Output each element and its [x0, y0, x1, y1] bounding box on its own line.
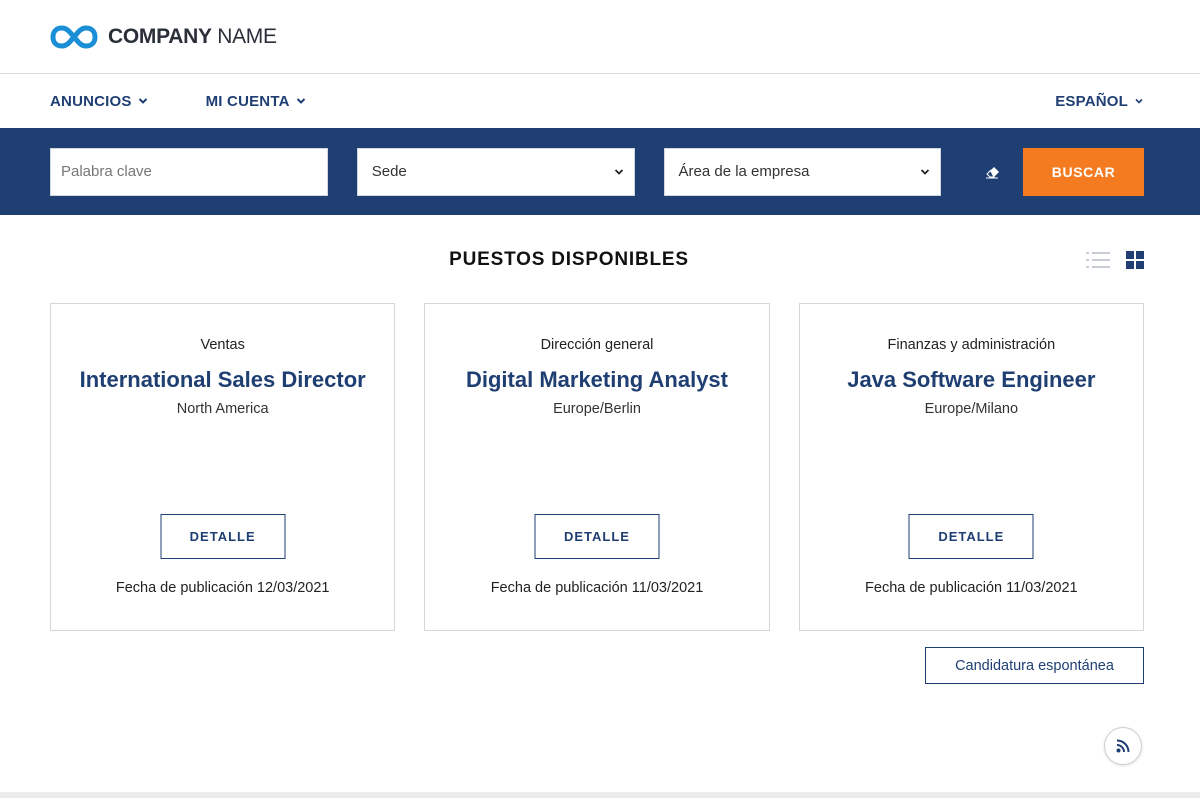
view-toggle: [1086, 250, 1144, 275]
grid-view-button[interactable]: [1126, 251, 1144, 274]
rss-feed-button[interactable]: [1104, 727, 1142, 765]
search-bar: Sede Área de la empresa BUSCAR: [0, 128, 1200, 215]
section-header: PUESTOS DISPONIBLES: [0, 215, 1200, 303]
location-select[interactable]: Sede: [356, 147, 635, 196]
job-area: Finanzas y administración: [887, 337, 1056, 353]
publication-date: Fecha de publicación 11/03/2021: [865, 580, 1078, 596]
company-logo[interactable]: COMPANY NAME: [50, 24, 277, 50]
publication-date: Fecha de publicación 12/03/2021: [115, 580, 330, 596]
job-title[interactable]: International Sales Director: [71, 368, 374, 391]
job-location: Europe/Milano: [924, 401, 1019, 417]
detail-button[interactable]: DETALLE: [908, 514, 1034, 559]
page-title: PUESTOS DISPONIBLES: [449, 249, 689, 270]
chevron-down-icon: [138, 98, 147, 104]
job-card: Finanzas y administración Java Software …: [798, 303, 1144, 631]
top-bar: COMPANY NAME: [0, 0, 1200, 74]
nav-mi-cuenta[interactable]: MI CUENTA: [206, 93, 306, 110]
main-nav: ANUNCIOS MI CUENTA ESPAÑOL: [0, 74, 1200, 128]
area-select-value: Área de la empresa: [678, 163, 810, 180]
publication-date: Fecha de publicación 11/03/2021: [490, 580, 704, 596]
job-area: Dirección general: [540, 337, 654, 353]
search-button[interactable]: BUSCAR: [1023, 147, 1145, 196]
nav-anuncios[interactable]: ANUNCIOS: [50, 93, 148, 110]
area-select[interactable]: Área de la empresa: [663, 147, 942, 196]
chevron-down-icon: [1135, 98, 1143, 104]
chevron-down-icon: [296, 98, 305, 104]
grid-view-icon: [1126, 251, 1144, 269]
nav-anuncios-label: ANUNCIOS: [50, 92, 132, 110]
job-title[interactable]: Digital Marketing Analyst: [445, 368, 748, 391]
job-card: Ventas International Sales Director Nort…: [50, 303, 396, 631]
company-name: COMPANY NAME: [108, 24, 277, 48]
spontaneous-application-button[interactable]: Candidatura espontánea: [925, 647, 1144, 684]
detail-button[interactable]: DETALLE: [534, 514, 660, 559]
footer-strip: [0, 792, 1200, 798]
eraser-icon: [986, 166, 1000, 178]
job-location: Europe/Berlin: [553, 401, 641, 417]
job-card: Dirección general Digital Marketing Anal…: [424, 303, 770, 631]
job-title[interactable]: Java Software Engineer: [820, 368, 1123, 391]
location-select-value: Sede: [371, 163, 407, 180]
detail-button[interactable]: DETALLE: [160, 514, 286, 559]
language-label: ESPAÑOL: [1055, 92, 1128, 110]
job-area: Ventas: [200, 337, 245, 353]
language-selector[interactable]: ESPAÑOL: [1055, 93, 1144, 110]
chevron-down-icon: [921, 168, 930, 175]
list-view-icon: [1086, 252, 1110, 268]
job-location: North America: [176, 401, 269, 417]
nav-mi-cuenta-label: MI CUENTA: [205, 92, 290, 110]
keyword-input[interactable]: [61, 163, 317, 180]
clear-filters-button[interactable]: [983, 162, 1003, 182]
keyword-field: [50, 147, 328, 196]
chevron-down-icon: [614, 168, 623, 175]
infinity-logo-icon: [50, 24, 98, 49]
rss-icon: [1116, 739, 1130, 753]
job-list: Ventas International Sales Director Nort…: [0, 303, 1200, 631]
list-view-button[interactable]: [1086, 250, 1110, 275]
